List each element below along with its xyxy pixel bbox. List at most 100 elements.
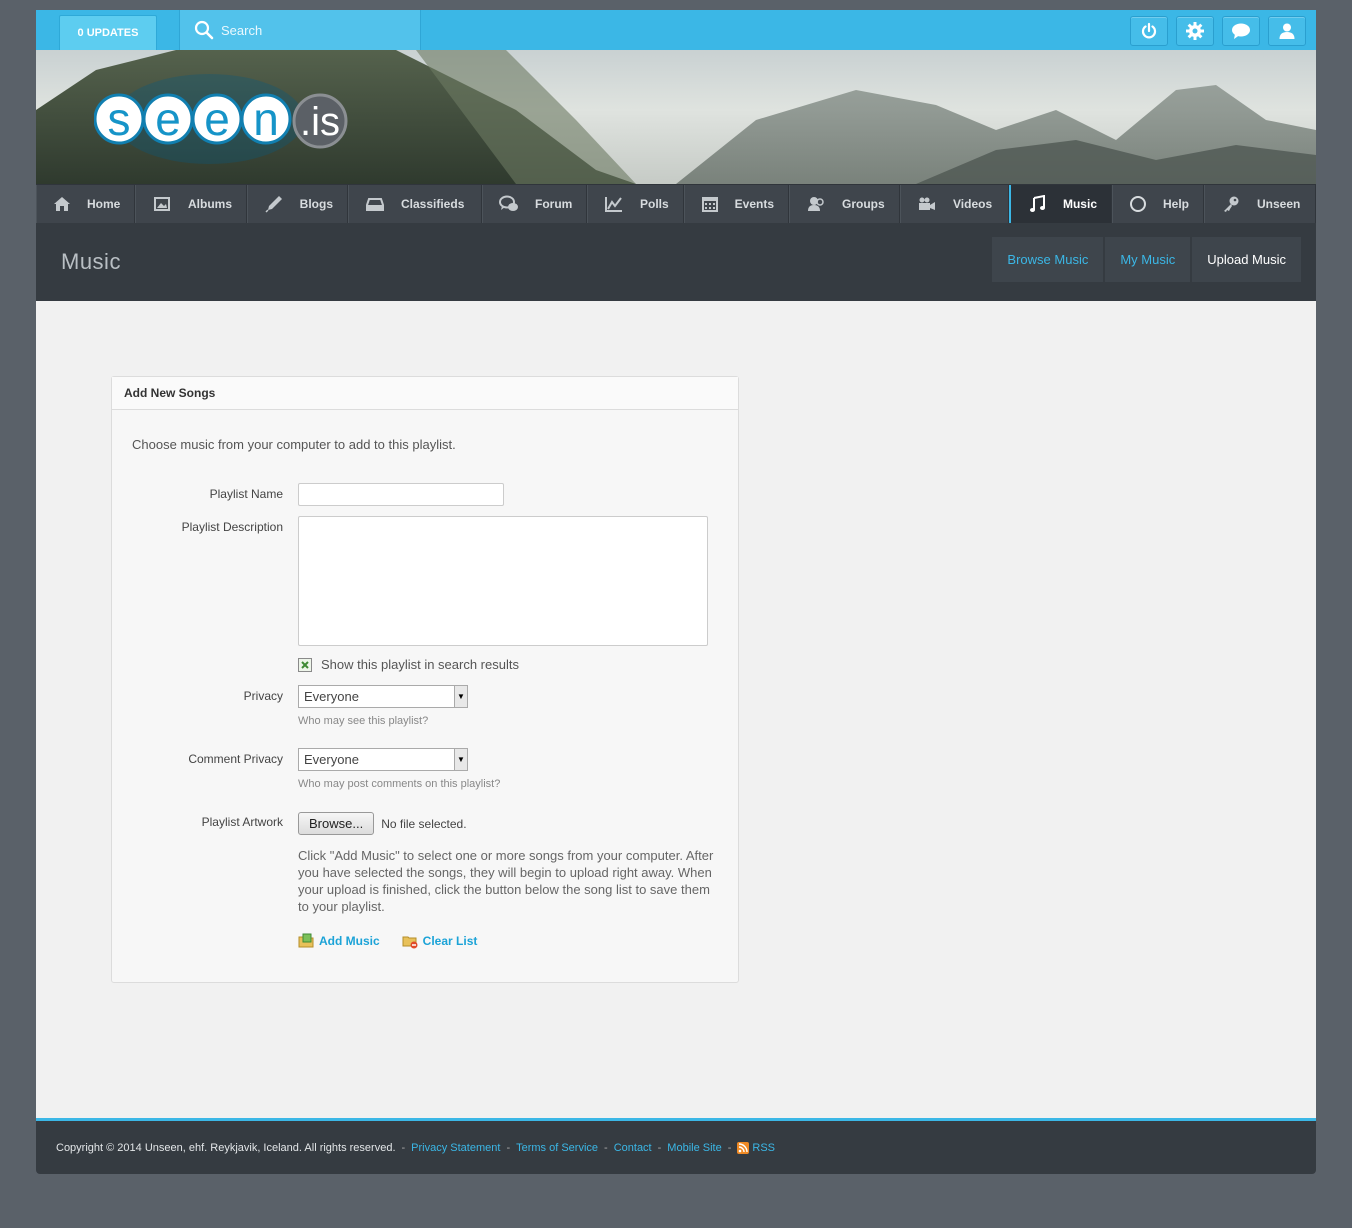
search-icon: [194, 20, 214, 40]
mobile-site-link[interactable]: Mobile Site: [667, 1142, 721, 1154]
add-music-link[interactable]: Add Music: [298, 933, 380, 949]
playlist-name-input[interactable]: [298, 483, 504, 506]
footer-separator: -: [657, 1141, 662, 1154]
playlist-description-textarea[interactable]: [298, 516, 708, 646]
footer-separator: -: [604, 1141, 608, 1154]
settings-button[interactable]: [1176, 16, 1214, 46]
terms-of-service-link[interactable]: Terms of Service: [516, 1142, 598, 1154]
intro-text: Choose music from your computer to add t…: [132, 437, 456, 452]
main-nav: Home Albums Blogs Classifieds Forum Poll…: [36, 184, 1316, 223]
search-visibility-checkbox[interactable]: [298, 657, 312, 672]
nav-label: Forum: [535, 197, 573, 211]
page-tabs: Browse Music My Music Upload Music: [992, 237, 1301, 282]
power-icon: [1141, 22, 1157, 39]
contact-link[interactable]: Contact: [614, 1142, 652, 1154]
music-icon: [1027, 194, 1047, 214]
top-bar: 0 UPDATES: [36, 10, 1316, 50]
updates-button[interactable]: 0 UPDATES: [59, 15, 157, 50]
nav-label: Videos: [953, 197, 993, 211]
nav-item-music[interactable]: Music: [1009, 185, 1112, 223]
dropdown-arrow-icon: ▼: [454, 749, 467, 770]
power-button[interactable]: [1130, 16, 1168, 46]
comment-privacy-selected-value: Everyone: [304, 752, 359, 767]
nav-label: Events: [734, 197, 774, 211]
page-wrapper: 0 UPDATES Search s e e n .is Home Albums…: [36, 10, 1316, 1174]
search-visibility-label: Show this playlist in search results: [321, 657, 519, 672]
logo-letter-s: s: [108, 93, 131, 145]
add-folder-icon: [298, 933, 314, 948]
comment-privacy-hint: Who may post comments on this playlist?: [298, 778, 501, 790]
dropdown-arrow-icon: ▼: [454, 686, 467, 707]
nav-item-unseen[interactable]: Unseen: [1204, 185, 1316, 223]
search-visibility-option: Show this playlist in search results: [298, 657, 519, 672]
footer: Copyright © 2014 Unseen, ehf. Reykjavik,…: [36, 1121, 1316, 1174]
page-header: Music Browse Music My Music Upload Music: [36, 223, 1316, 301]
nav-item-help[interactable]: Help: [1112, 185, 1204, 223]
privacy-statement-link[interactable]: Privacy Statement: [411, 1142, 500, 1154]
nav-item-classifieds[interactable]: Classifieds: [348, 185, 482, 223]
nav-label: Unseen: [1257, 197, 1301, 211]
tab-browse-music[interactable]: Browse Music: [992, 237, 1104, 282]
search-box[interactable]: [179, 10, 421, 50]
rss-link[interactable]: RSS: [737, 1141, 776, 1154]
privacy-label: Privacy: [243, 689, 283, 703]
comments-icon: [499, 194, 519, 214]
tab-my-music[interactable]: My Music: [1105, 237, 1191, 282]
logo-letter-n: n: [253, 93, 279, 145]
nav-label: Home: [87, 197, 121, 211]
circle-icon: [1129, 194, 1147, 214]
playlist-artwork-label: Playlist Artwork: [201, 815, 283, 829]
calendar-icon: [701, 194, 719, 214]
footer-separator: -: [727, 1141, 732, 1154]
logo-letter-e1: e: [155, 93, 181, 145]
copyright-text: Copyright © 2014 Unseen, ehf. Reykjavik,…: [56, 1141, 396, 1154]
video-icon: [917, 194, 937, 214]
main-content: Add New Songs Choose music from your com…: [36, 301, 1316, 1121]
nav-item-events[interactable]: Events: [684, 185, 789, 223]
comment-privacy-select[interactable]: Everyone ▼: [298, 748, 468, 771]
page-title: Music: [61, 249, 121, 274]
search-input[interactable]: [221, 22, 401, 38]
rss-icon: [737, 1141, 750, 1154]
privacy-hint: Who may see this playlist?: [298, 715, 429, 727]
logo-letter-e2: e: [204, 93, 230, 145]
clear-folder-icon: [402, 936, 418, 949]
rss-label: RSS: [752, 1141, 776, 1154]
messages-button[interactable]: [1222, 16, 1260, 46]
footer-separator: -: [401, 1141, 406, 1154]
add-songs-card: Add New Songs Choose music from your com…: [111, 376, 739, 983]
nav-item-blogs[interactable]: Blogs: [247, 185, 348, 223]
no-file-text: No file selected.: [381, 816, 467, 831]
clear-list-label: Clear List: [422, 934, 478, 948]
box-icon: [365, 194, 385, 214]
artwork-file-picker: Browse... No file selected.: [298, 812, 467, 835]
nav-item-polls[interactable]: Polls: [587, 185, 684, 223]
privacy-selected-value: Everyone: [304, 689, 359, 704]
user-icon: [1279, 23, 1295, 39]
home-icon: [53, 194, 71, 214]
nav-item-videos[interactable]: Videos: [900, 185, 1009, 223]
group-icon: [806, 194, 826, 214]
footer-separator: -: [506, 1141, 511, 1154]
chart-icon: [604, 194, 624, 214]
nav-item-groups[interactable]: Groups: [789, 185, 900, 223]
clear-list-link[interactable]: Clear List: [402, 933, 478, 949]
logo-suffix: .is: [300, 100, 340, 144]
card-heading: Add New Songs: [112, 377, 738, 410]
pen-icon: [264, 194, 284, 214]
playlist-name-label: Playlist Name: [209, 487, 283, 501]
comment-privacy-label: Comment Privacy: [188, 752, 283, 766]
nav-item-albums[interactable]: Albums: [135, 185, 247, 223]
nav-item-home[interactable]: Home: [36, 185, 135, 223]
check-icon: [301, 660, 309, 669]
nav-label: Classifieds: [401, 197, 465, 211]
nav-label: Blogs: [299, 197, 333, 211]
browse-button[interactable]: Browse...: [298, 812, 375, 835]
seen-is-logo: s e e n .is: [94, 74, 348, 164]
chat-icon: [1232, 23, 1250, 39]
nav-label: Albums: [187, 197, 232, 211]
tab-upload-music[interactable]: Upload Music: [1192, 237, 1301, 282]
privacy-select[interactable]: Everyone ▼: [298, 685, 468, 708]
nav-item-forum[interactable]: Forum: [482, 185, 587, 223]
account-button[interactable]: [1268, 16, 1306, 46]
